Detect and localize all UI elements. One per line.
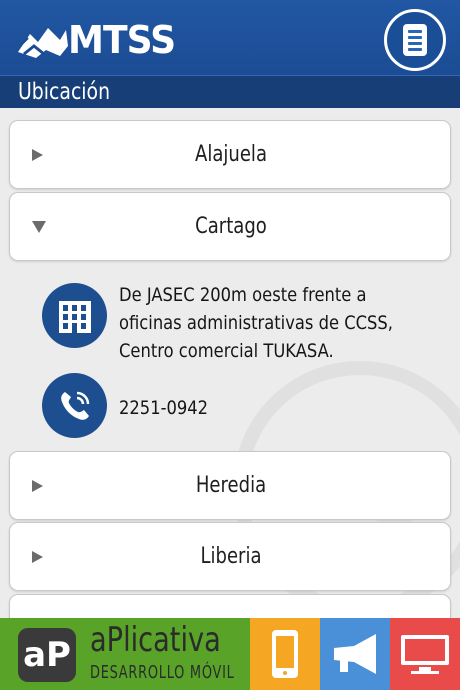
document-list-icon — [403, 24, 427, 56]
accordion-label: Cartago — [195, 214, 267, 239]
mobile-icon — [250, 618, 320, 690]
accordion-label: Liberia — [200, 544, 262, 569]
chevron-right-icon — [32, 149, 43, 161]
app-header: MTSS — [0, 0, 460, 78]
phone-icon — [42, 373, 107, 438]
accordion-item-heredia[interactable]: Heredia — [9, 451, 451, 520]
brand-name: MTSS — [68, 18, 176, 62]
content-area[interactable]: Alajuela Cartago De JASEC 200m oeste fre… — [0, 108, 460, 618]
accordion-item-liberia[interactable]: Liberia — [9, 522, 451, 591]
ad-tagline: DESARROLLO MÓVIL — [90, 662, 235, 683]
accordion-item-cartago[interactable]: Cartago — [9, 192, 451, 261]
aplicativa-logo: aP — [18, 628, 76, 682]
ad-brand-name: aPlicativa — [90, 620, 221, 660]
app: MTSS Ubicación Alajuela Cartago De JASEC… — [0, 0, 460, 690]
page-title: Ubicación — [18, 79, 111, 105]
megaphone-icon — [320, 618, 390, 690]
ad-banner[interactable]: aP aPlicativa DESARROLLO MÓVIL — [0, 618, 460, 690]
hands-logo-icon — [18, 28, 68, 58]
accordion-label: Alajuela — [194, 142, 268, 167]
menu-button[interactable] — [384, 9, 446, 71]
accordion-item-alajuela[interactable]: Alajuela — [9, 120, 451, 189]
accordion-item-partial[interactable] — [9, 594, 451, 618]
phone-row[interactable]: 2251-0942 — [42, 373, 442, 443]
address-text: De JASEC 200m oeste frente a oficinas ad… — [119, 284, 393, 362]
section-header: Ubicación — [0, 75, 460, 108]
phone-number[interactable]: 2251-0942 — [119, 394, 403, 422]
chevron-right-icon — [32, 551, 43, 563]
accordion-label: Heredia — [195, 473, 267, 498]
address-row: De JASEC 200m oeste frente a oficinas ad… — [42, 283, 442, 362]
monitor-icon — [390, 618, 460, 690]
chevron-right-icon — [32, 480, 43, 492]
chevron-down-icon — [32, 221, 46, 233]
building-icon — [42, 283, 107, 348]
mtss-logo: MTSS — [16, 14, 176, 64]
